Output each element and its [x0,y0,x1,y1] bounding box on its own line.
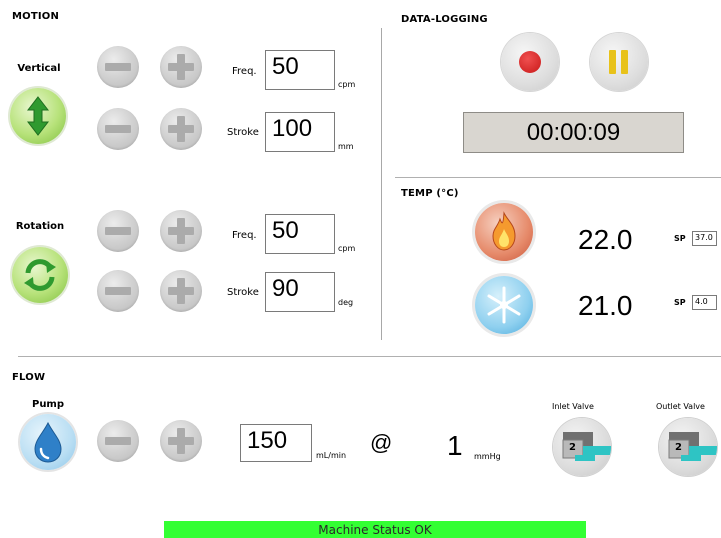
inlet-valve-state: 2 [569,442,576,453]
vertical-freq-field[interactable]: 50 [265,50,335,90]
inlet-valve-icon [562,432,611,461]
outlet-valve-label: Outlet Valve [656,402,705,411]
vertical-divider [381,28,382,340]
inlet-valve-control[interactable]: 2 [553,418,611,476]
cooler-setpoint-label: SP [674,298,686,307]
pump-label: Pump [31,399,65,410]
cooler-temperature-value: 21.0 [578,290,633,321]
vertical-freq-unit: cpm [338,80,356,89]
pressure-value: 1 [447,430,463,461]
rotation-freq-decrease-button[interactable] [97,210,139,252]
cooler-setpoint-field[interactable]: 4.0 [692,295,717,310]
heater-temperature-value: 22.0 [578,224,633,255]
outlet-valve-icon [668,432,717,461]
rotation-stroke-field[interactable]: 90 [265,272,335,312]
rotation-stroke-decrease-button[interactable] [97,270,139,312]
heater-setpoint-label: SP [674,234,686,243]
rotation-stroke-unit: deg [338,298,354,307]
heater-setpoint-field[interactable]: 37.0 [692,231,717,246]
flow-increase-button[interactable] [160,420,202,462]
rotation-stroke-label: Stroke [227,287,259,298]
rotation-freq-label: Freq. [232,230,257,241]
vertical-arrows-icon[interactable] [10,88,66,144]
inlet-valve-label: Inlet Valve [552,402,594,411]
record-icon [519,51,541,73]
cooler-snowflake-icon[interactable] [475,276,533,334]
rotation-stroke-increase-button[interactable] [160,270,202,312]
flow-rate-field[interactable]: 150 [240,424,312,462]
temp-divider [395,177,721,178]
heater-flame-icon[interactable] [475,203,533,261]
pause-button[interactable] [590,33,648,91]
machine-status-bar: Machine Status OK [164,521,586,538]
pump-drop-icon[interactable] [20,414,76,470]
motion-section-title: MOTION [12,11,60,22]
temp-section-title: TEMP (°C) [401,188,459,199]
rotation-freq-unit: cpm [338,244,356,253]
elapsed-timer-display: 00:00:09 [463,112,684,153]
flow-section-title: FLOW [12,372,46,383]
vertical-stroke-decrease-button[interactable] [97,108,139,150]
vertical-stroke-unit: mm [338,142,354,151]
vertical-label: Vertical [17,63,61,74]
rotation-label: Rotation [15,221,65,232]
outlet-valve-state: 2 [675,442,682,453]
rotation-freq-field[interactable]: 50 [265,214,335,254]
vertical-freq-increase-button[interactable] [160,46,202,88]
flow-divider [18,356,721,357]
rotation-arrows-icon[interactable] [12,247,68,303]
pause-icon [609,50,629,74]
record-button[interactable] [501,33,559,91]
data-logging-title: DATA-LOGGING [401,14,488,25]
rotation-freq-increase-button[interactable] [160,210,202,252]
vertical-freq-decrease-button[interactable] [97,46,139,88]
vertical-stroke-label: Stroke [227,127,259,138]
outlet-valve-control[interactable]: 2 [659,418,717,476]
vertical-stroke-field[interactable]: 100 [265,112,335,152]
vertical-freq-label: Freq. [232,66,257,77]
pressure-unit: mmHg [474,452,501,461]
flow-decrease-button[interactable] [97,420,139,462]
at-symbol: @ [370,430,393,455]
flow-rate-unit: mL/min [316,451,347,460]
vertical-stroke-increase-button[interactable] [160,108,202,150]
